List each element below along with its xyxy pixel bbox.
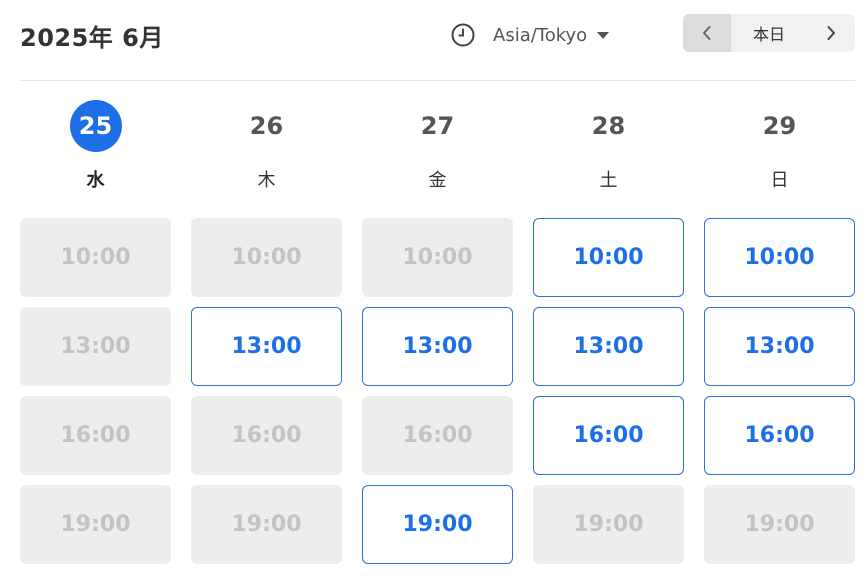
day-column: 25 水 10:00 13:00 16:00 19:00 [20, 100, 171, 574]
time-slot-available[interactable]: 13:00 [533, 307, 684, 386]
time-slot-available[interactable]: 16:00 [533, 396, 684, 475]
day-column: 28 土 10:00 13:00 16:00 19:00 [533, 100, 684, 574]
timezone-selector[interactable]: Asia/Tokyo [450, 20, 610, 50]
day-date: 26 [249, 112, 284, 140]
day-date: 27 [420, 112, 455, 140]
time-slot-unavailable: 19:00 [704, 485, 855, 564]
day-header: 26 木 [191, 100, 342, 218]
day-header: 29 日 [704, 100, 855, 218]
day-header: 27 金 [362, 100, 513, 218]
time-slot-unavailable: 10:00 [362, 218, 513, 297]
time-slot-unavailable: 16:00 [362, 396, 513, 475]
time-slot-unavailable: 16:00 [191, 396, 342, 475]
time-slot-unavailable: 10:00 [20, 218, 171, 297]
weekday-label: 金 [428, 170, 447, 191]
day-date: 28 [591, 112, 626, 140]
weekday-label: 水 [86, 170, 105, 191]
prev-week-button[interactable] [683, 14, 731, 52]
time-slot-unavailable: 16:00 [20, 396, 171, 475]
time-slot-unavailable: 19:00 [533, 485, 684, 564]
today-date: 25 [69, 100, 122, 152]
day-header: 28 土 [533, 100, 684, 218]
time-slot-available[interactable]: 13:00 [704, 307, 855, 386]
next-week-button[interactable] [807, 14, 855, 52]
time-slot-unavailable: 13:00 [20, 307, 171, 386]
header-divider [20, 80, 855, 81]
day-column: 29 日 10:00 13:00 16:00 19:00 [704, 100, 855, 574]
time-slot-available[interactable]: 13:00 [362, 307, 513, 386]
time-slot-available[interactable]: 10:00 [704, 218, 855, 297]
caret-down-icon [597, 31, 610, 39]
calendar-header: 2025年 6月 Asia/Tokyo 本日 [0, 0, 868, 80]
date-navigation: 本日 [683, 14, 855, 52]
chevron-right-icon [827, 26, 835, 40]
time-slot-available[interactable]: 16:00 [704, 396, 855, 475]
time-slot-available[interactable]: 10:00 [533, 218, 684, 297]
time-slot-unavailable: 19:00 [191, 485, 342, 564]
day-column: 26 木 10:00 13:00 16:00 19:00 [191, 100, 342, 574]
month-title: 2025年 6月 [20, 24, 164, 52]
day-date: 29 [762, 112, 797, 140]
day-column: 27 金 10:00 13:00 16:00 19:00 [362, 100, 513, 574]
today-button[interactable]: 本日 [731, 14, 807, 52]
day-header: 25 水 [20, 100, 171, 218]
time-slot-unavailable: 19:00 [20, 485, 171, 564]
chevron-left-icon [703, 26, 711, 40]
weekday-label: 木 [257, 170, 276, 191]
time-slot-available[interactable]: 13:00 [191, 307, 342, 386]
timezone-label: Asia/Tokyo [493, 24, 588, 46]
time-slot-available[interactable]: 19:00 [362, 485, 513, 564]
weekday-label: 土 [599, 170, 618, 191]
time-slot-unavailable: 10:00 [191, 218, 342, 297]
clock-icon [450, 22, 476, 48]
weekday-label: 日 [770, 170, 789, 191]
